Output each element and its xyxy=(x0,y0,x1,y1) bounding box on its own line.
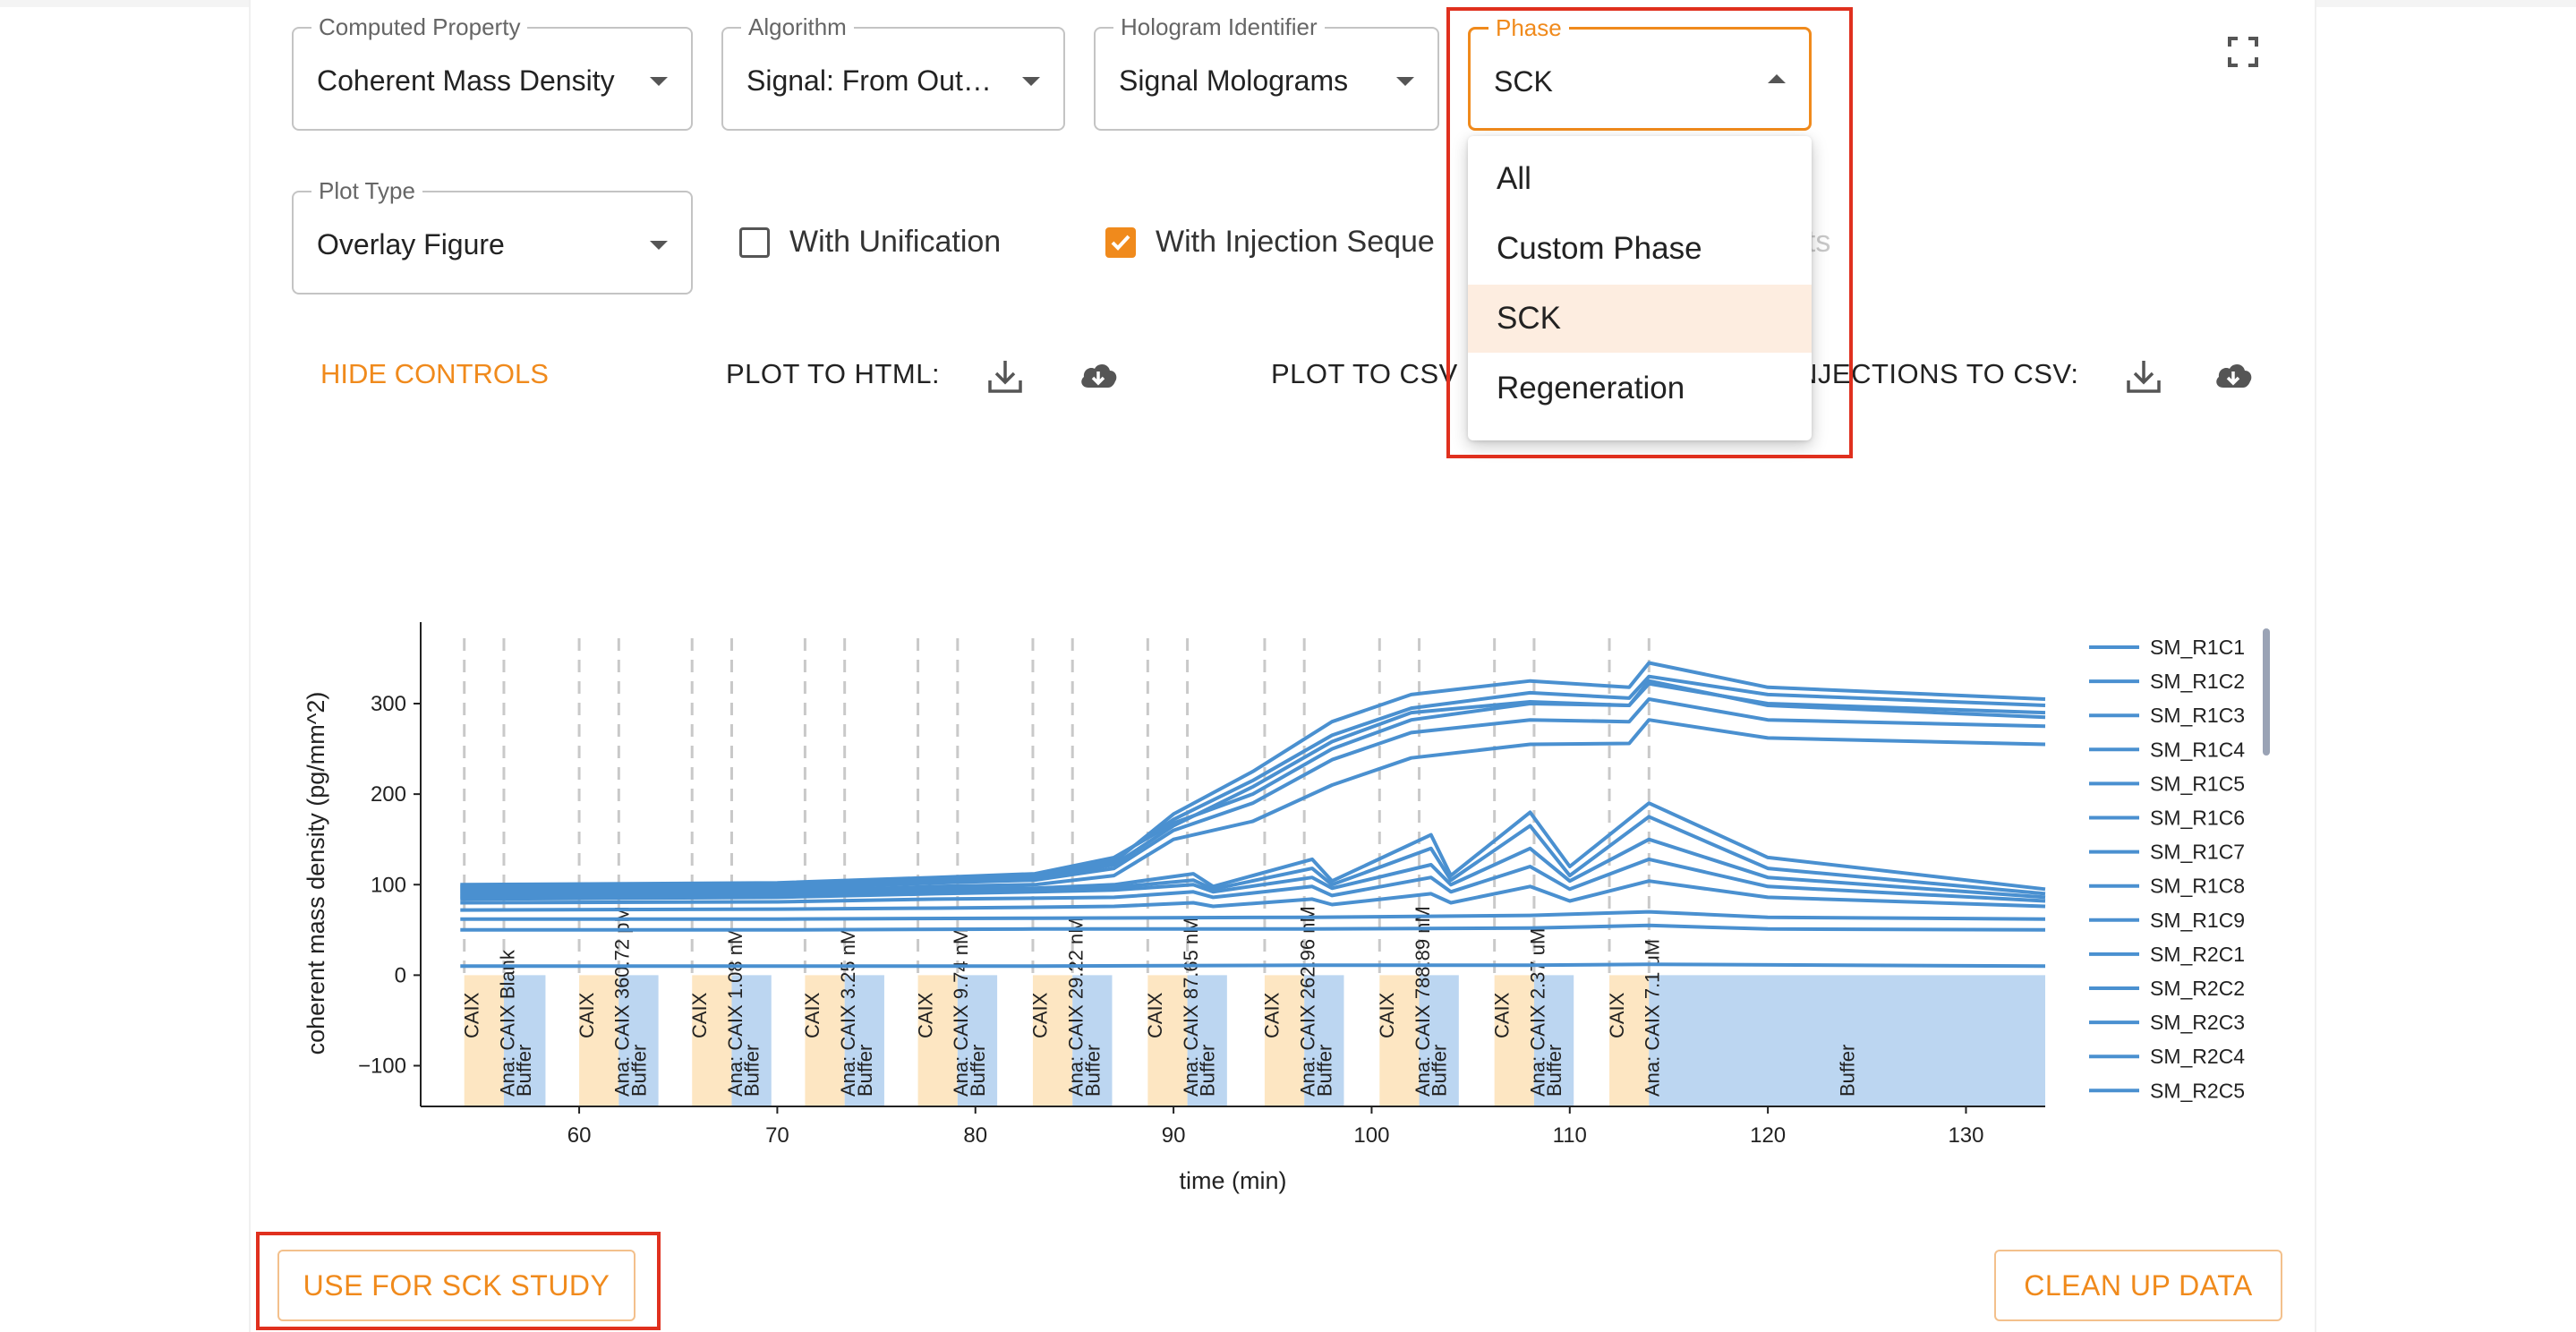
legend-entry: SM_R1C1 xyxy=(2150,636,2245,659)
series-line xyxy=(460,923,2046,932)
injection-label-buffer: Buffer xyxy=(967,1045,989,1097)
legend-entry: SM_R1C5 xyxy=(2150,772,2245,795)
series-line xyxy=(460,679,2046,892)
injection-label-caix: CAIX xyxy=(801,992,823,1038)
legend-entry: SM_R2C5 xyxy=(2150,1079,2245,1102)
series-line xyxy=(460,962,2046,969)
legend-entry: SM_R1C2 xyxy=(2150,670,2245,693)
legend-scrollbar xyxy=(2263,628,2270,756)
x-tick-label: 120 xyxy=(1750,1123,1786,1148)
y-tick-label: 100 xyxy=(371,873,406,897)
x-tick-label: 80 xyxy=(963,1123,987,1148)
injection-label-caix: CAIX xyxy=(576,992,598,1038)
series-line xyxy=(460,909,2046,921)
x-tick-label: 100 xyxy=(1353,1123,1389,1148)
injection-label-caix: CAIX xyxy=(1606,992,1628,1038)
injection-label-buffer: Buffer xyxy=(1543,1045,1565,1097)
injection-label-buffer: Buffer xyxy=(513,1045,535,1097)
injection-label-buffer: Buffer xyxy=(1837,1045,1859,1097)
series-line xyxy=(460,718,2046,896)
y-tick-label: 0 xyxy=(395,963,406,987)
injection-label-buffer: Buffer xyxy=(1081,1045,1104,1097)
injection-label-caix: CAIX xyxy=(1261,992,1284,1038)
x-tick-label: 70 xyxy=(765,1123,789,1148)
y-tick-label: −100 xyxy=(358,1054,406,1078)
legend-entry: SM_R1C4 xyxy=(2150,738,2245,761)
injection-label-buffer: Buffer xyxy=(854,1045,876,1097)
legend-entry: SM_R2C3 xyxy=(2150,1011,2245,1034)
legend-entry: SM_R1C7 xyxy=(2150,841,2245,864)
series-line xyxy=(460,681,2046,887)
injection-label-buffer: Buffer xyxy=(627,1045,650,1097)
legend-entry: SM_R1C9 xyxy=(2150,909,2245,932)
injection-label-caix: CAIX xyxy=(460,992,482,1038)
injection-label-buffer: Buffer xyxy=(1429,1045,1451,1097)
x-tick-label: 130 xyxy=(1948,1123,1983,1148)
use-for-sck-study-button[interactable]: USE FOR SCK STUDY xyxy=(277,1250,635,1321)
y-axis-title: coherent mass density (pg/mm^2) xyxy=(303,692,329,1055)
legend-entry: SM_R1C8 xyxy=(2150,875,2245,898)
injection-label-caix: CAIX xyxy=(1144,992,1166,1038)
injection-label-buffer: Buffer xyxy=(741,1045,763,1097)
injection-label-caix: CAIX xyxy=(1376,992,1398,1038)
legend-entry: SM_R2C2 xyxy=(2150,977,2245,1000)
x-tick-label: 110 xyxy=(1553,1123,1587,1148)
mass-density-chart: CAIX Ana: CAIX BlankBufferCAIX Ana: CAIX 3… xyxy=(303,622,2270,1194)
x-axis-title: time (min) xyxy=(1180,1167,1287,1194)
injection-label-buffer: Buffer xyxy=(1313,1045,1335,1097)
clean-up-data-button[interactable]: CLEAN UP DATA xyxy=(1994,1250,2282,1321)
injection-label-caix: CAIX xyxy=(1029,992,1052,1038)
legend-entry: SM_R1C3 xyxy=(2150,704,2245,727)
injection-label-caix: CAIX xyxy=(1490,992,1513,1038)
injection-label-caix: CAIX xyxy=(688,992,711,1038)
injection-label-caix: CAIX xyxy=(914,992,936,1038)
legend-entry: SM_R1C6 xyxy=(2150,807,2245,830)
legend-entry: SM_R2C4 xyxy=(2150,1045,2245,1068)
injection-label-buffer: Buffer xyxy=(1197,1045,1219,1097)
phase-highlight-box xyxy=(1446,7,1853,458)
y-tick-label: 200 xyxy=(371,782,406,807)
y-tick-label: 300 xyxy=(371,692,406,716)
x-tick-label: 90 xyxy=(1162,1123,1186,1148)
legend-entry: SM_R2C1 xyxy=(2150,943,2245,966)
x-tick-label: 60 xyxy=(567,1123,592,1148)
